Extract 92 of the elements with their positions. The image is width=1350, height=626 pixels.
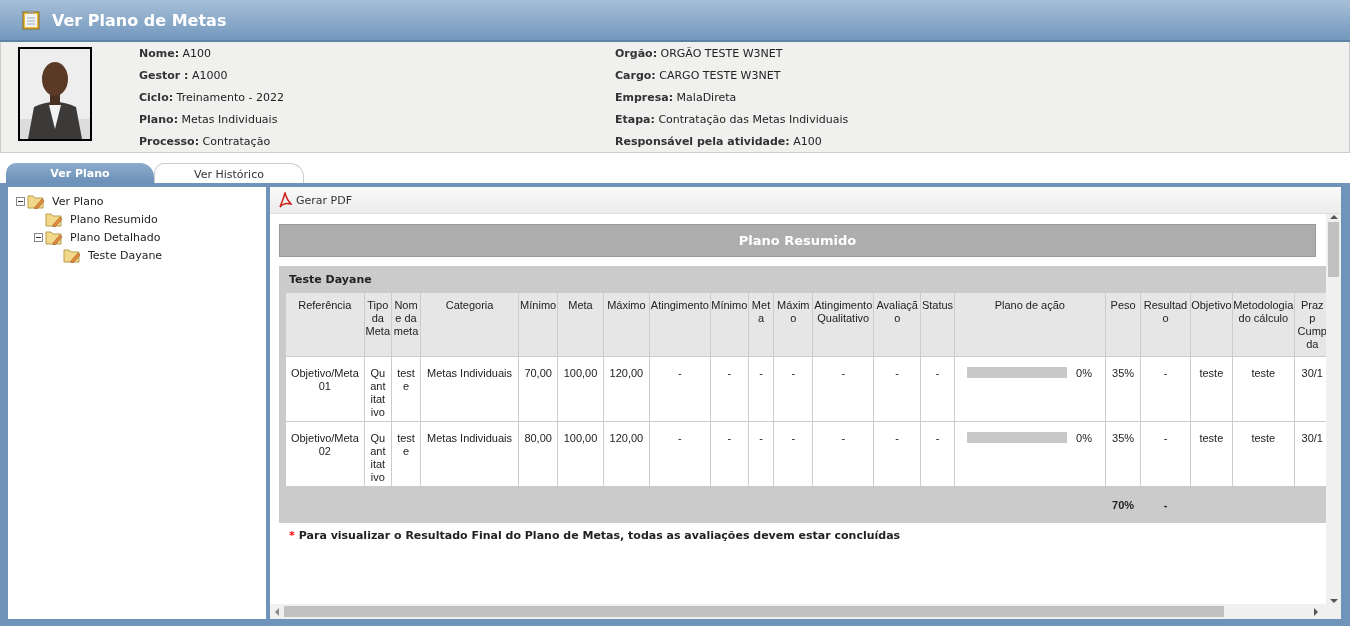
profile-field: Processo: Contratação (139, 135, 615, 149)
column-header: Resultado (1140, 292, 1191, 357)
collapse-icon[interactable] (34, 232, 43, 242)
table-cell: teste (1232, 421, 1295, 487)
table-cell: teste (1190, 356, 1233, 422)
table-cell: Objetivo/Meta 01 (285, 356, 365, 422)
column-header: Metodologia do cálculo (1232, 292, 1295, 357)
table-cell: Metas Individuais (420, 356, 519, 422)
column-header: Referência (285, 292, 365, 357)
scroll-thumb[interactable] (1328, 222, 1339, 277)
column-header: Tipo da Meta (364, 292, 392, 357)
folder-icon (27, 193, 45, 209)
total-result: - (1140, 486, 1191, 523)
profile-field: Nome: A100 (139, 47, 615, 61)
table-cell: 70,00 (518, 356, 558, 422)
column-header: Praz p Cump da (1294, 292, 1326, 357)
column-header: Nome da meta (391, 292, 421, 357)
column-header: Máximo (773, 292, 813, 357)
table-cell: teste (391, 356, 421, 422)
section-title: Plano Resumido (279, 224, 1316, 257)
tab[interactable]: Ver Histórico (154, 163, 304, 184)
column-header: Mínimo (710, 292, 749, 357)
total-weight: 70% (1105, 486, 1141, 523)
table-cell: - (873, 421, 921, 487)
tree-item[interactable]: Teste Dayane (88, 248, 163, 262)
folder-icon (45, 211, 63, 227)
table-cell: 35% (1105, 421, 1141, 487)
folder-icon (45, 229, 63, 245)
table-cell: 120,00 (603, 356, 650, 422)
table-cell: - (773, 356, 813, 422)
table-cell: 100,00 (557, 421, 604, 487)
tree-item[interactable]: Plano Detalhado (70, 230, 161, 244)
column-header: Avaliação (873, 292, 921, 357)
profile-field: Etapa: Contratação das Metas Individuais (615, 113, 1015, 127)
table-cell: Quantitativo (364, 356, 392, 422)
table-cell: - (710, 356, 749, 422)
progress-reading: 0% (1076, 432, 1092, 445)
column-header: Meta (557, 292, 604, 357)
table-cell: teste (1232, 356, 1295, 422)
scroll-thumb[interactable] (284, 606, 1224, 617)
table-cell: 30/1 (1294, 356, 1326, 422)
pdf-button[interactable]: Gerar PDF (278, 192, 352, 208)
table-cell: teste (1190, 421, 1233, 487)
table-cell: Metas Individuais (420, 421, 519, 487)
table-cell: - (710, 421, 749, 487)
vertical-scrollbar[interactable] (1326, 214, 1341, 604)
table-cell: 80,00 (518, 421, 558, 487)
table-cell: 35% (1105, 356, 1141, 422)
page-title: Ver Plano de Metas (52, 10, 227, 30)
column-header: Atingimento (649, 292, 711, 357)
table-cell: - (812, 356, 874, 422)
table-cell: 30/1 (1294, 421, 1326, 487)
progress-reading: 0% (1076, 367, 1092, 380)
tree-item[interactable]: Ver Plano (52, 194, 104, 208)
tree-item[interactable]: Plano Resumido (70, 212, 158, 226)
column-header: Categoria (420, 292, 519, 357)
column-header: Status (920, 292, 955, 357)
table-cell: - (1140, 356, 1191, 422)
profile-field: Responsável pela atividade: A100 (615, 135, 1015, 149)
table-cell: Quantitativo (364, 421, 392, 487)
column-header: Objetivo (1190, 292, 1233, 357)
pdf-icon (278, 192, 292, 208)
column-header: Máximo (603, 292, 650, 357)
horizontal-scrollbar[interactable] (270, 604, 1341, 619)
profile-field: Gestor : A1000 (139, 69, 615, 83)
table-cell: 120,00 (603, 421, 650, 487)
footnote: * Para visualizar o Resultado Final do Plano de Metas, todas as avaliações devem estar concluídas (288, 528, 902, 542)
clipboard-icon (22, 10, 40, 30)
column-header: Mínimo (518, 292, 558, 357)
column-header: Atingimento Qualitativo (812, 292, 874, 357)
column-header: Plano de ação (954, 292, 1106, 357)
table-cell: - (773, 421, 813, 487)
collapse-icon[interactable] (16, 196, 25, 206)
table-cell: - (649, 356, 711, 422)
table-cell: teste (391, 421, 421, 487)
profile-field: Empresa: MalaDireta (615, 91, 1015, 105)
table-cell: - (1140, 421, 1191, 487)
profile-field: Orgão: ORGÃO TESTE W3NET (615, 47, 1015, 61)
table-cell: - (649, 421, 711, 487)
folder-icon (63, 247, 81, 263)
column-header: Peso (1105, 292, 1141, 357)
table-cell: - (873, 356, 921, 422)
column-header: Meta (748, 292, 774, 357)
table-cell: 100,00 (557, 356, 604, 422)
profile-field: Plano: Metas Individuais (139, 113, 615, 127)
table-cell: Objetivo/Meta 02 (285, 421, 365, 487)
group-title: Teste Dayane (288, 271, 373, 288)
profile-field: Ciclo: Treinamento - 2022 (139, 91, 615, 105)
table-cell: - (812, 421, 874, 487)
table-cell: - (920, 356, 955, 422)
table-cell: - (920, 421, 955, 487)
profile-field: Cargo: CARGO TESTE W3NET (615, 69, 1015, 83)
